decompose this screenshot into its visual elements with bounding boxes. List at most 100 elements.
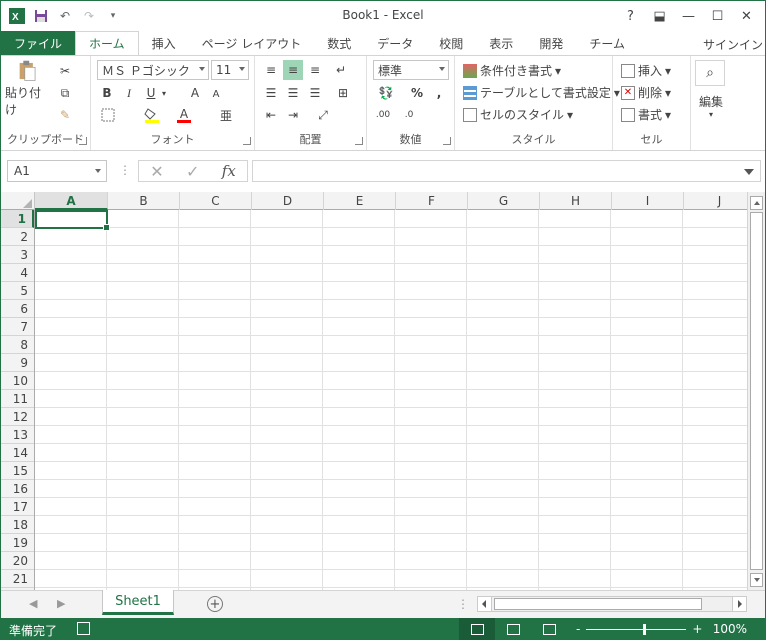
zoom-slider[interactable] (586, 623, 687, 635)
bottom-align-icon[interactable]: ≡ (305, 60, 325, 80)
number-format-select[interactable]: 標準 (373, 60, 449, 80)
column-header-g[interactable]: G (468, 192, 540, 210)
align-left-icon[interactable]: ☰ (261, 84, 281, 102)
sheet-next-icon[interactable]: ▶ (57, 597, 65, 610)
column-header-j[interactable]: J (684, 192, 756, 210)
row-header[interactable]: 12 (1, 408, 34, 426)
grow-font-button[interactable]: A (187, 84, 203, 102)
fill-color-icon[interactable] (143, 106, 161, 124)
row-header[interactable]: 10 (1, 372, 34, 390)
binoculars-icon[interactable]: ⌕ (695, 60, 725, 86)
active-cell[interactable] (35, 210, 110, 231)
name-box[interactable]: A1 (7, 160, 107, 182)
row-header[interactable]: 13 (1, 426, 34, 444)
bold-button[interactable]: B (99, 84, 115, 102)
expand-formula-icon[interactable] (744, 169, 754, 175)
page-break-view-icon[interactable] (531, 618, 567, 640)
decrease-decimal-icon[interactable]: .0 (399, 106, 419, 124)
underline-button[interactable]: U (143, 84, 159, 102)
scroll-left-icon[interactable] (478, 597, 492, 611)
zoom-level[interactable]: 100% (713, 622, 747, 636)
tab-formulas[interactable]: 数式 (314, 31, 364, 55)
insert-cells-button[interactable]: 挿入 ▾ (621, 62, 671, 79)
italic-button[interactable]: I (121, 84, 137, 102)
row-header[interactable]: 1 (1, 210, 34, 228)
column-header-h[interactable]: H (540, 192, 612, 210)
add-sheet-icon[interactable]: + (207, 596, 223, 612)
font-launcher-icon[interactable] (243, 137, 251, 145)
shrink-font-button[interactable]: A (209, 86, 223, 102)
format-painter-icon[interactable]: ✎ (55, 106, 75, 124)
font-size-select[interactable]: 11 (211, 60, 249, 80)
font-name-select[interactable]: ＭＳ Ｐゴシック (97, 60, 209, 80)
row-header[interactable]: 15 (1, 462, 34, 480)
column-header-e[interactable]: E (324, 192, 396, 210)
increase-decimal-icon[interactable]: .00 (373, 106, 393, 124)
close-icon[interactable]: ✕ (732, 5, 761, 27)
page-layout-view-icon[interactable] (495, 618, 531, 640)
maximize-icon[interactable]: ☐ (703, 5, 732, 27)
conditional-format-button[interactable]: 条件付き書式 ▾ (463, 62, 561, 79)
tab-splitter-icon[interactable]: ⋮ (457, 597, 469, 611)
cut-icon[interactable]: ✂ (55, 62, 75, 80)
minimize-icon[interactable]: — (674, 5, 703, 27)
alignment-launcher-icon[interactable] (355, 137, 363, 145)
row-header[interactable]: 11 (1, 390, 34, 408)
vertical-scrollbar[interactable] (747, 192, 765, 590)
tab-view[interactable]: 表示 (476, 31, 526, 55)
scroll-up-icon[interactable] (750, 196, 763, 210)
border-icon[interactable] (99, 106, 117, 124)
copy-icon[interactable]: ⧉ (55, 84, 75, 102)
middle-align-icon[interactable]: ≡ (283, 60, 303, 80)
row-header[interactable]: 2 (1, 228, 34, 246)
tab-page-layout[interactable]: ページ レイアウト (189, 31, 315, 55)
column-header-f[interactable]: F (396, 192, 468, 210)
tab-data[interactable]: データ (364, 31, 426, 55)
row-header[interactable]: 14 (1, 444, 34, 462)
editing-dropdown-icon[interactable]: ▾ (691, 108, 731, 120)
sheet-tab-sheet1[interactable]: Sheet1 (102, 590, 174, 615)
decrease-indent-icon[interactable]: ⇤ (261, 106, 281, 124)
currency-icon[interactable]: 💱 (373, 84, 399, 102)
row-header[interactable]: 21 (1, 570, 34, 588)
row-header[interactable]: 4 (1, 264, 34, 282)
number-launcher-icon[interactable] (443, 137, 451, 145)
row-header[interactable]: 19 (1, 534, 34, 552)
delete-cells-button[interactable]: ✕ 削除 ▾ (621, 84, 671, 101)
font-color-button[interactable]: A (175, 106, 193, 124)
cancel-icon[interactable]: ✕ (150, 162, 163, 181)
zoom-out-icon[interactable]: - (576, 622, 580, 636)
row-header[interactable]: 20 (1, 552, 34, 570)
scroll-right-icon[interactable] (732, 597, 746, 611)
ribbon-display-icon[interactable]: ⬓ (645, 5, 674, 27)
tab-home[interactable]: ホーム (75, 31, 139, 55)
zoom-slider-thumb[interactable] (643, 623, 647, 635)
top-align-icon[interactable]: ≡ (261, 60, 281, 80)
phonetic-icon[interactable]: 亜 (217, 106, 235, 124)
normal-view-icon[interactable] (459, 618, 495, 640)
row-header[interactable]: 18 (1, 516, 34, 534)
comma-button[interactable]: , (431, 84, 447, 102)
tab-review[interactable]: 校閲 (426, 31, 476, 55)
cell-area[interactable] (35, 210, 747, 590)
wrap-text-icon[interactable]: ↵ (331, 60, 351, 80)
column-header-i[interactable]: I (612, 192, 684, 210)
row-header[interactable]: 5 (1, 282, 34, 300)
row-header[interactable]: 16 (1, 480, 34, 498)
horizontal-scrollbar[interactable] (477, 596, 747, 612)
row-header[interactable]: 8 (1, 336, 34, 354)
format-as-table-button[interactable]: テーブルとして書式設定 ▾ (463, 84, 620, 101)
vertical-scroll-thumb[interactable] (750, 212, 763, 570)
increase-indent-icon[interactable]: ⇥ (283, 106, 303, 124)
row-header[interactable]: 17 (1, 498, 34, 516)
formula-input[interactable] (252, 160, 761, 182)
column-header-d[interactable]: D (252, 192, 324, 210)
horizontal-scroll-thumb[interactable] (494, 598, 702, 610)
clipboard-launcher-icon[interactable] (79, 137, 87, 145)
tab-developer[interactable]: 開発 (526, 31, 576, 55)
select-all-button[interactable] (1, 192, 35, 210)
row-header[interactable]: 9 (1, 354, 34, 372)
cell-styles-button[interactable]: セルのスタイル ▾ (463, 106, 573, 123)
column-header-c[interactable]: C (180, 192, 252, 210)
macro-record-icon[interactable] (77, 622, 90, 635)
